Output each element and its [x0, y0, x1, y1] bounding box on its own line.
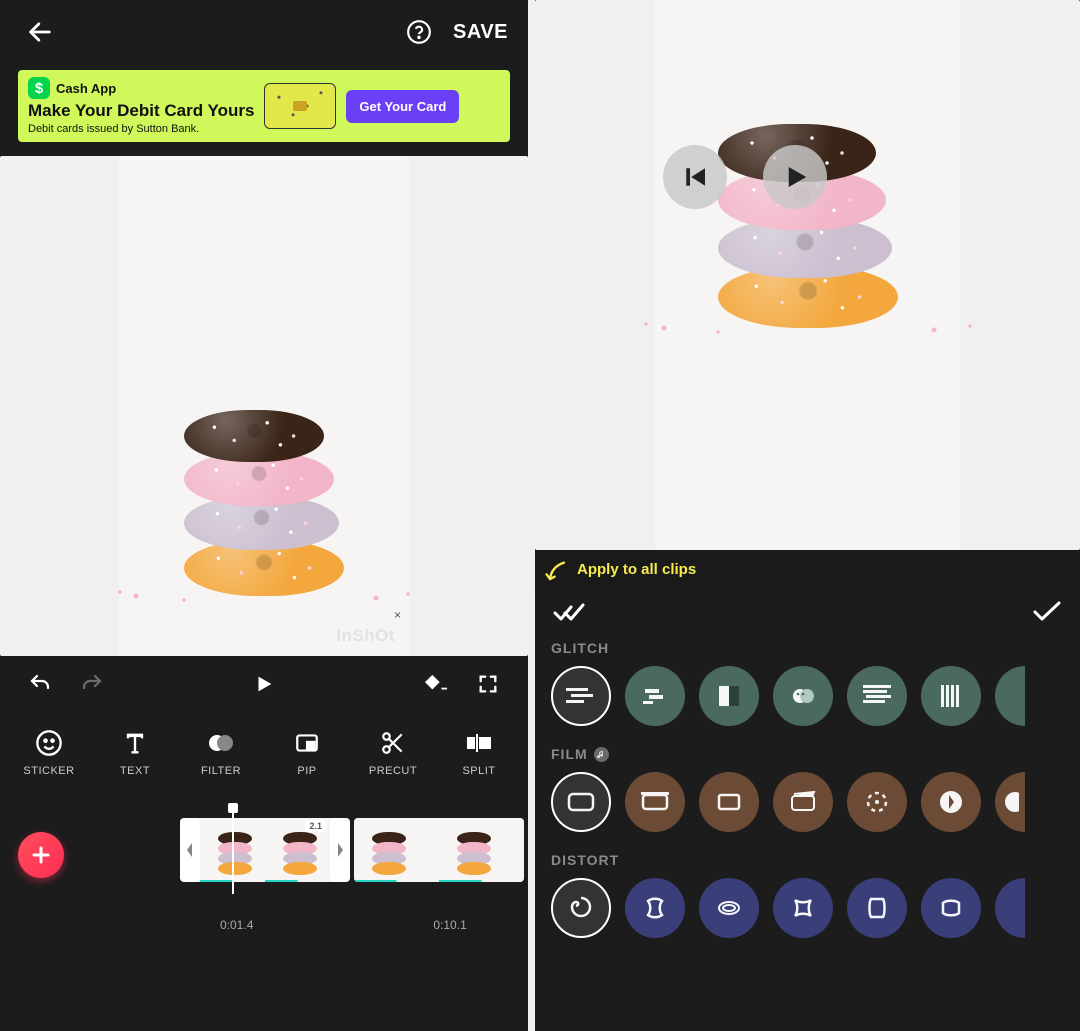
effect-preview[interactable]: [535, 0, 1080, 550]
apply-all-button[interactable]: [553, 602, 587, 624]
ad-subtext: Debit cards issued by Sutton Bank.: [28, 123, 254, 135]
arrow-left-icon: [26, 18, 54, 46]
film-effect-7[interactable]: [995, 772, 1025, 832]
help-circle-icon: [406, 19, 432, 45]
playback-bar: [0, 656, 528, 712]
clip-left-handle[interactable]: [180, 818, 200, 882]
top-bar: SAVE: [0, 0, 528, 64]
pip-icon: [291, 727, 323, 759]
back-button[interactable]: [20, 12, 60, 52]
effects-panel[interactable]: GLITCH FILM DISTORT: [535, 632, 1080, 1012]
effects-screen: Apply to all clips GLITCH FILM: [535, 0, 1080, 1031]
skip-previous-icon: [680, 162, 710, 192]
sticker-icon: [33, 727, 65, 759]
distort-effect-1[interactable]: [551, 878, 611, 938]
play-overlay-button[interactable]: [763, 145, 827, 209]
distort-effect-4[interactable]: [773, 878, 833, 938]
glitch-effect-2[interactable]: [625, 666, 685, 726]
redo-button[interactable]: [72, 664, 112, 704]
film-effect-4[interactable]: [773, 772, 833, 832]
clip-right-handle[interactable]: [330, 818, 350, 882]
undo-icon: [28, 672, 52, 696]
tool-pip[interactable]: PIP: [267, 727, 347, 777]
filter-icon: [205, 727, 237, 759]
keyframe-icon: [423, 673, 449, 695]
distort-effect-6[interactable]: [921, 878, 981, 938]
category-distort-label: DISTORT: [551, 852, 1080, 868]
ad-banner[interactable]: $ Cash App Make Your Debit Card Yours De…: [18, 70, 510, 142]
undo-button[interactable]: [20, 664, 60, 704]
redo-icon: [80, 672, 104, 696]
tool-sticker[interactable]: STICKER: [9, 727, 89, 777]
tool-filter[interactable]: FILTER: [181, 727, 261, 777]
tool-precut[interactable]: PRECUT: [353, 727, 433, 777]
clip-speed-badge: 2.1: [305, 820, 326, 832]
film-row: [551, 772, 1080, 832]
preview-image: [184, 410, 344, 596]
film-effect-1[interactable]: [551, 772, 611, 832]
text-icon: [119, 727, 151, 759]
play-icon: [780, 162, 810, 192]
scissors-icon: [377, 727, 409, 759]
watermark-text: InShOt: [336, 626, 395, 646]
ad-brand: Cash App: [56, 81, 116, 96]
editor-main-screen: SAVE $ Cash App Make Your Debit Card You…: [0, 0, 528, 1031]
skip-previous-button[interactable]: [663, 145, 727, 209]
confirm-button[interactable]: [1032, 600, 1062, 627]
ad-headline: Make Your Debit Card Yours: [28, 101, 254, 121]
category-film-label: FILM: [551, 746, 1080, 762]
glitch-effect-3[interactable]: [699, 666, 759, 726]
timestamp-b: 0:10.1: [433, 918, 466, 932]
play-icon: [253, 673, 275, 695]
glitch-effect-1[interactable]: [551, 666, 611, 726]
distort-effect-2[interactable]: [625, 878, 685, 938]
playhead[interactable]: [232, 806, 234, 894]
film-effect-5[interactable]: [847, 772, 907, 832]
category-glitch-label: GLITCH: [551, 640, 1080, 656]
ad-card-graphic: [264, 83, 336, 129]
watermark-close-icon[interactable]: ×: [394, 608, 401, 622]
tool-tray: STICKER TEXT FILTER PIP PRECUT SPLIT: [0, 712, 528, 792]
split-icon: [463, 727, 495, 759]
glitch-effect-6[interactable]: [921, 666, 981, 726]
glitch-effect-4[interactable]: [773, 666, 833, 726]
distort-row: [551, 878, 1080, 938]
double-check-icon: [553, 602, 587, 624]
cashapp-logo-icon: $: [28, 77, 50, 99]
glitch-effect-7[interactable]: [995, 666, 1025, 726]
help-button[interactable]: [399, 12, 439, 52]
glitch-effect-5[interactable]: [847, 666, 907, 726]
video-preview[interactable]: × InShOt: [0, 156, 528, 656]
film-effect-3[interactable]: [699, 772, 759, 832]
music-badge-icon: [594, 747, 609, 762]
glitch-row: [551, 666, 1080, 726]
film-effect-6[interactable]: [921, 772, 981, 832]
film-effect-2[interactable]: [625, 772, 685, 832]
tool-text[interactable]: TEXT: [95, 727, 175, 777]
tool-split[interactable]: SPLIT: [439, 727, 519, 777]
ad-cta-button[interactable]: Get Your Card: [346, 90, 459, 123]
keyframe-button[interactable]: [416, 664, 456, 704]
distort-effect-3[interactable]: [699, 878, 759, 938]
distort-effect-5[interactable]: [847, 878, 907, 938]
add-clip-button[interactable]: [18, 832, 64, 878]
fullscreen-icon: [477, 673, 499, 695]
distort-effect-7[interactable]: [995, 878, 1025, 938]
plus-icon: [29, 843, 53, 867]
fullscreen-button[interactable]: [468, 664, 508, 704]
timeline[interactable]: 2.1 0:01.4 0:10.1: [0, 792, 528, 934]
check-icon: [1032, 600, 1062, 622]
apply-all-label: Apply to all clips: [577, 561, 696, 578]
apply-all-hint: Apply to all clips: [535, 550, 1080, 590]
timestamp-a: 0:01.4: [220, 918, 253, 932]
save-button[interactable]: SAVE: [453, 21, 508, 44]
hint-arrow-icon: [543, 558, 571, 586]
play-button[interactable]: [244, 664, 284, 704]
